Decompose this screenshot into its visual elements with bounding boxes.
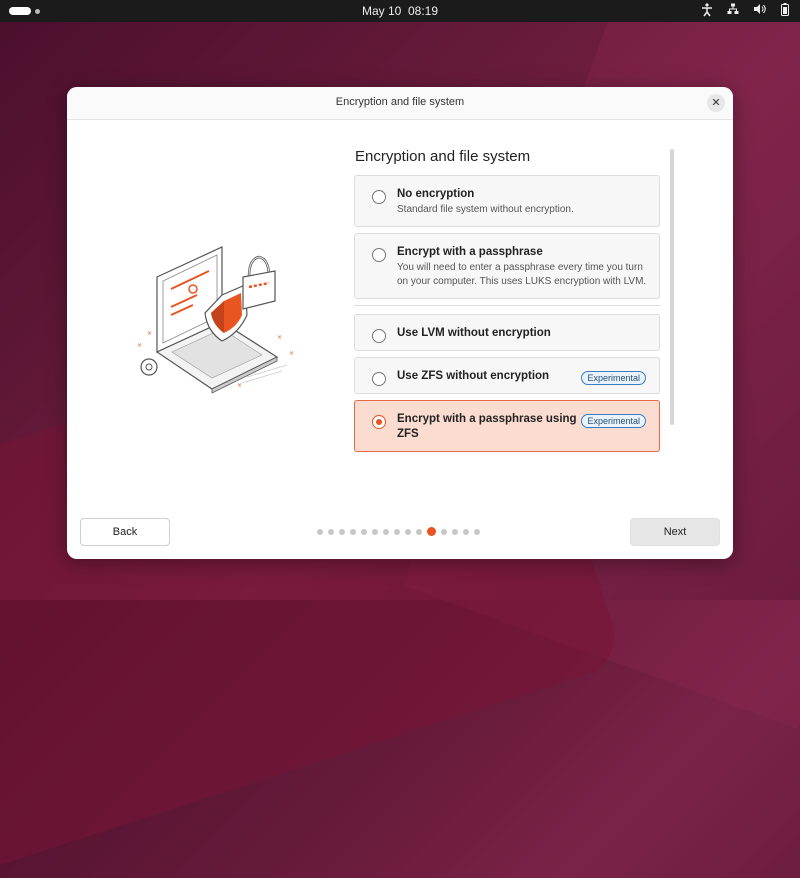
clock[interactable]: May 10 08:19 (0, 4, 800, 18)
option-title: No encryption (397, 188, 475, 200)
progress-dot (441, 528, 447, 535)
scrollbar[interactable] (670, 149, 674, 425)
option-description: Standard file system without encryption. (397, 204, 574, 215)
close-icon[interactable]: ✕ (707, 94, 725, 112)
radio-button[interactable] (372, 248, 386, 262)
progress-dot (361, 528, 367, 535)
progress-dot (383, 528, 389, 535)
svg-text:×: × (289, 350, 294, 357)
option-zfs-encrypted[interactable]: Encrypt with a passphrase using ZFS Expe… (354, 400, 660, 452)
radio-button-selected[interactable] (372, 415, 386, 429)
top-bar: May 10 08:19 (0, 0, 800, 22)
clock-date: May 10 (361, 4, 402, 18)
separator (354, 305, 660, 306)
next-button[interactable]: Next (630, 518, 720, 546)
option-title: Encrypt with a passphrase (397, 246, 543, 258)
dialog-title: Encryption and file system (335, 96, 465, 108)
progress-dot-active (427, 527, 436, 536)
progress-dot (339, 528, 345, 535)
experimental-badge: Experimental (581, 371, 646, 385)
option-title: Use LVM without encryption (397, 327, 551, 339)
option-encrypt-passphrase[interactable]: Encrypt with a passphrase You will need … (354, 233, 660, 299)
volume-icon[interactable] (752, 3, 766, 20)
progress-dot (372, 528, 378, 535)
radio-button[interactable] (372, 372, 386, 386)
dialog-titlebar: Encryption and file system ✕ (67, 87, 733, 120)
progress-dots (317, 527, 480, 536)
svg-text:×: × (237, 382, 242, 389)
progress-dot (463, 528, 469, 535)
svg-text:×: × (277, 334, 282, 341)
accessibility-icon[interactable] (700, 3, 714, 20)
progress-dot (350, 528, 356, 535)
page-heading: Encryption and file system (355, 148, 531, 165)
back-button[interactable]: Back (80, 518, 170, 546)
option-zfs-no-encryption[interactable]: Use ZFS without encryption Experimental (354, 357, 660, 394)
clock-time: 08:19 (408, 4, 439, 18)
progress-dot (328, 528, 334, 535)
options-panel: Encryption and file system No encryption… (354, 145, 660, 458)
network-icon[interactable] (726, 3, 740, 20)
installer-dialog: Encryption and file system ✕ × × × × × E… (67, 87, 733, 559)
radio-button[interactable] (372, 329, 386, 343)
option-title: Encrypt with a passphrase using ZFS (397, 413, 577, 440)
progress-dot (394, 528, 400, 535)
progress-dot (317, 528, 323, 535)
option-lvm-no-encryption[interactable]: Use LVM without encryption (354, 314, 660, 351)
battery-icon[interactable] (778, 3, 792, 20)
progress-dot (452, 528, 458, 535)
progress-dot (416, 528, 422, 535)
progress-dot (405, 528, 411, 535)
option-no-encryption[interactable]: No encryption Standard file system witho… (354, 175, 660, 227)
laptop-lock-illustration: × × × × × (137, 246, 294, 394)
experimental-badge: Experimental (581, 414, 646, 428)
svg-text:×: × (147, 330, 152, 337)
radio-button[interactable] (372, 190, 386, 204)
progress-dot (474, 528, 480, 535)
option-description: You will need to enter a passphrase ever… (397, 262, 647, 287)
svg-text:×: × (137, 342, 142, 349)
system-tray[interactable] (700, 3, 792, 20)
